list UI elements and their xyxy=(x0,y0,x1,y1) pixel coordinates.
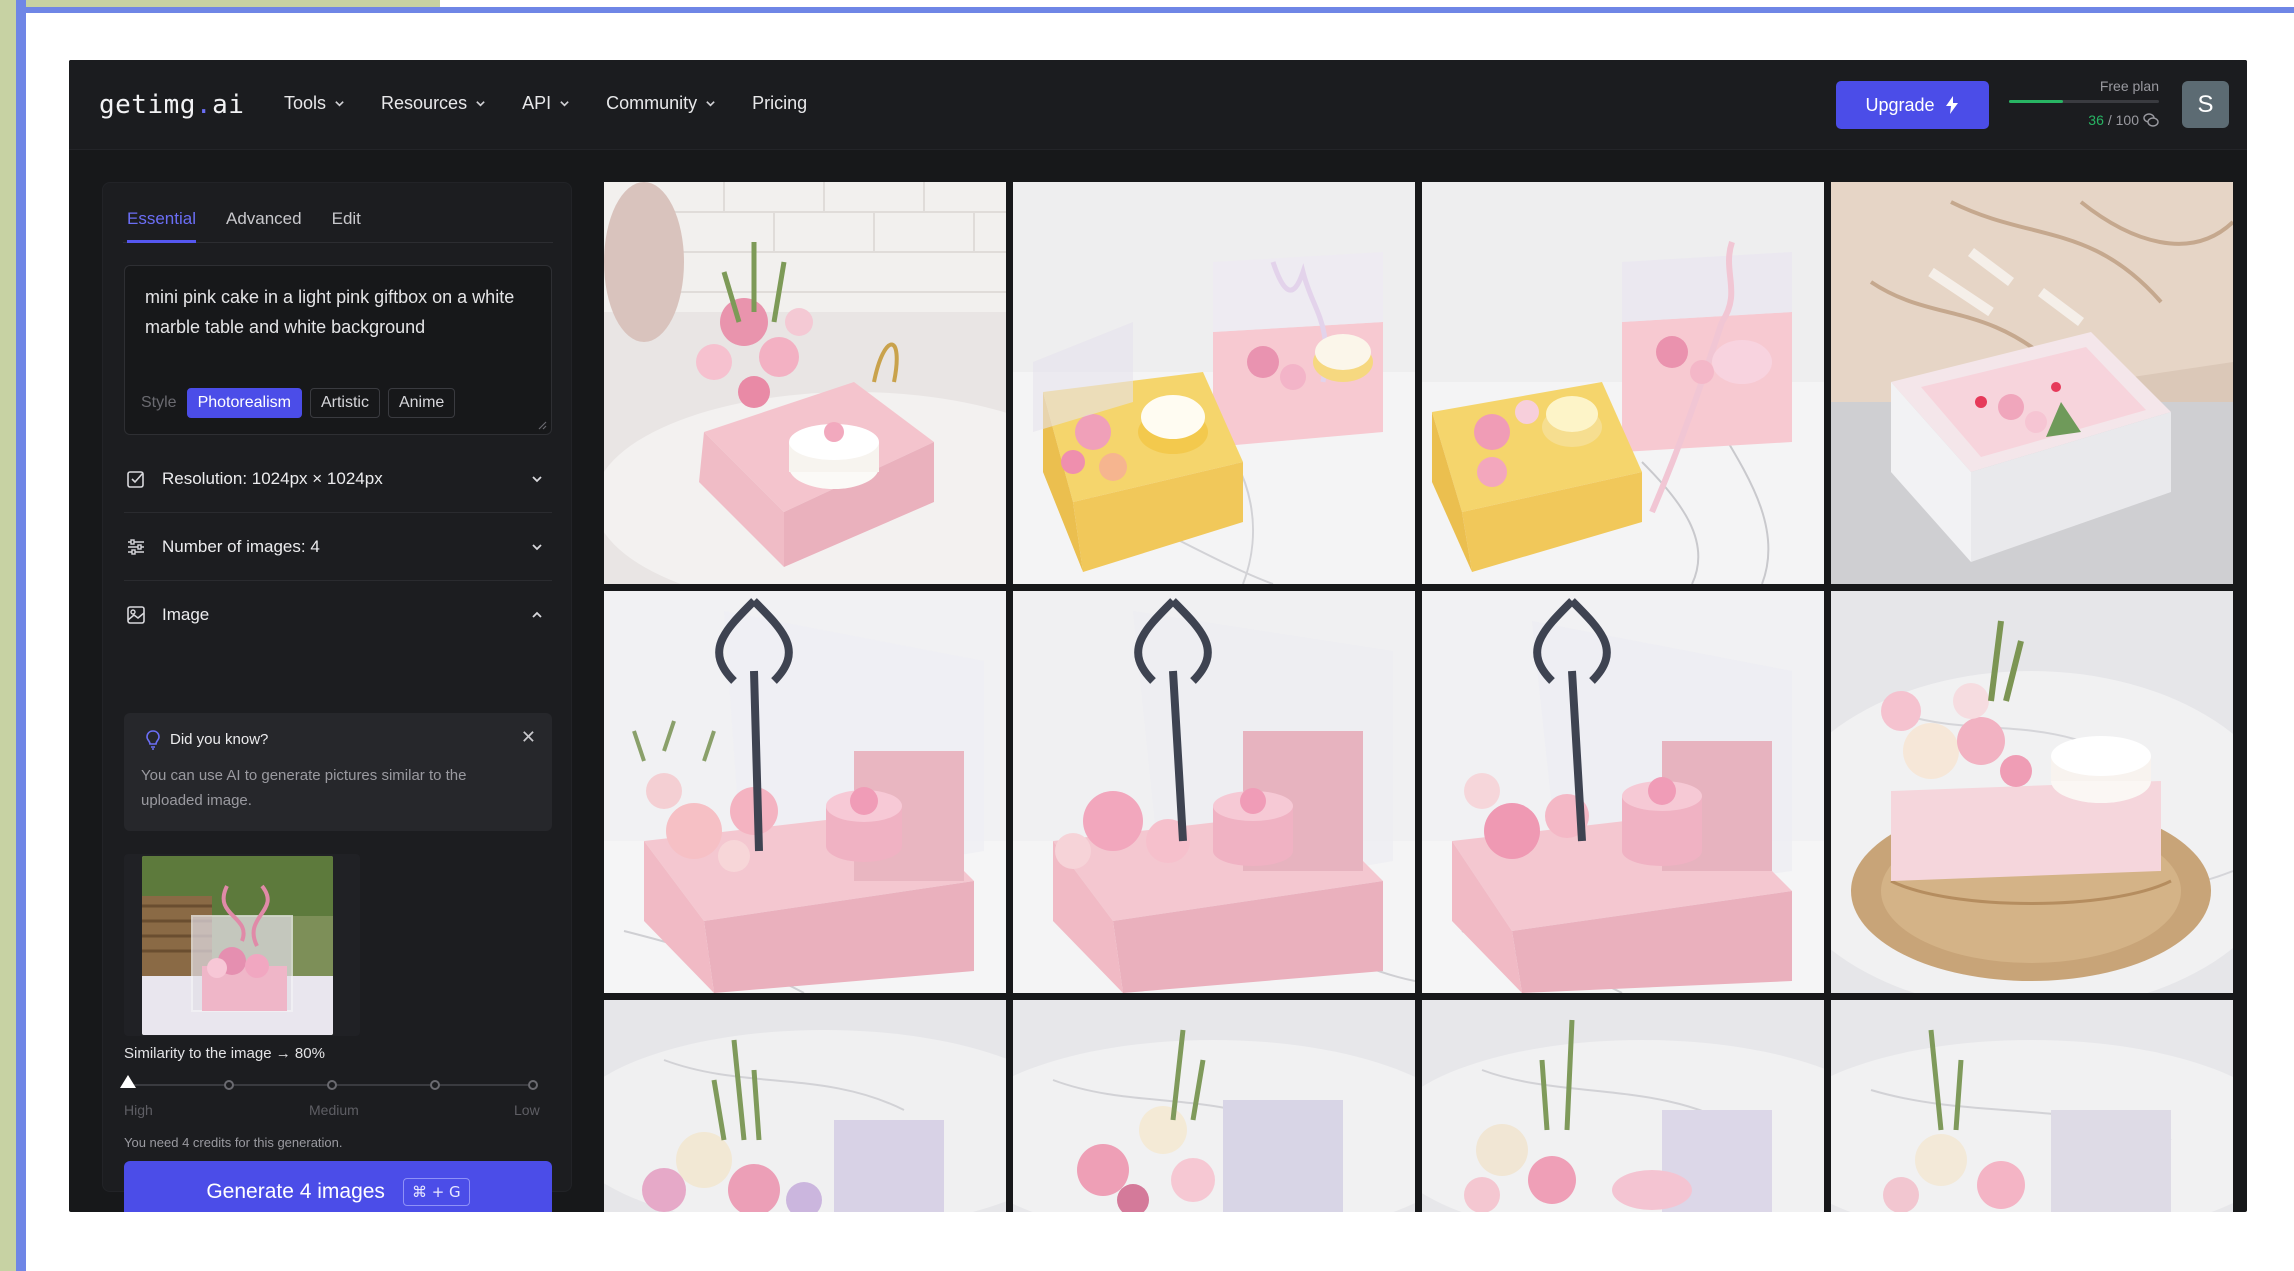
nav-api[interactable]: API xyxy=(522,93,570,114)
nav-pricing[interactable]: Pricing xyxy=(752,93,807,114)
number-of-images-setting[interactable]: Number of images: 4 xyxy=(124,513,552,581)
style-label: Style xyxy=(141,394,177,411)
image-setting[interactable]: Image xyxy=(124,581,552,649)
credits-note: You need 4 credits for this generation. xyxy=(124,1135,343,1150)
close-icon[interactable]: ✕ xyxy=(521,727,536,748)
slider-label-low: Low xyxy=(514,1102,540,1118)
upgrade-button[interactable]: Upgrade xyxy=(1836,81,1989,129)
lightning-icon xyxy=(1945,96,1958,114)
top-navbar: getimg.ai Tools Resources API Community … xyxy=(69,60,2247,150)
gallery-image-11[interactable] xyxy=(1422,1000,1824,1212)
resolution-icon xyxy=(127,470,144,488)
generate-button[interactable]: Generate 4 images ⌘ + G xyxy=(124,1161,552,1212)
style-photorealism[interactable]: Photorealism xyxy=(186,388,302,418)
plan-label: Free plan xyxy=(2099,78,2159,94)
style-anime[interactable]: Anime xyxy=(387,388,456,418)
nav-tools[interactable]: Tools xyxy=(284,93,345,114)
slider-label-medium: Medium xyxy=(309,1102,359,1118)
chevron-down-icon xyxy=(560,101,569,107)
image-gallery xyxy=(604,182,2236,1212)
tab-advanced[interactable]: Advanced xyxy=(226,203,302,243)
nav-item-label: Pricing xyxy=(752,93,808,113)
gallery-image-1[interactable] xyxy=(604,182,1006,584)
tip-body: You can use AI to generate pictures simi… xyxy=(141,767,467,809)
upgrade-label: Upgrade xyxy=(1865,94,1935,115)
nav-resources[interactable]: Resources xyxy=(381,93,486,114)
nav-item-label: Resources xyxy=(381,93,468,113)
nav-item-label: Community xyxy=(606,93,698,113)
gallery-image-6[interactable] xyxy=(1013,591,1415,993)
frame-top-bar xyxy=(16,7,2294,13)
slider-label-high: High xyxy=(124,1102,153,1118)
image-icon xyxy=(127,606,145,624)
similarity-slider[interactable]: High Medium Low xyxy=(120,1075,552,1118)
panel-tabs: Essential Advanced Edit xyxy=(123,203,553,243)
resize-handle-icon[interactable] xyxy=(537,420,547,430)
frame-left-bar xyxy=(16,0,26,1271)
uploaded-image[interactable] xyxy=(124,854,360,1036)
prompt-input[interactable]: mini pink cake in a light pink giftbox o… xyxy=(124,265,552,435)
gallery-image-2[interactable] xyxy=(1013,182,1415,584)
slider-step[interactable] xyxy=(430,1080,440,1090)
app-window: getimg.ai Tools Resources API Community … xyxy=(69,60,2247,1212)
credits-used: 36 xyxy=(2088,112,2104,128)
gallery-image-8[interactable] xyxy=(1831,591,2233,993)
tab-essential[interactable]: Essential xyxy=(127,203,196,243)
chevron-down-icon xyxy=(335,101,344,107)
chevron-down-icon xyxy=(532,543,542,550)
resolution-label: Resolution: 1024px × 1024px xyxy=(162,468,383,488)
nav-community[interactable]: Community xyxy=(606,93,716,114)
gallery-image-9[interactable] xyxy=(604,1000,1006,1212)
logo[interactable]: getimg.ai xyxy=(99,90,244,120)
lightbulb-icon xyxy=(146,730,160,750)
gallery-image-5[interactable] xyxy=(604,591,1006,993)
generate-label: Generate 4 images xyxy=(206,1180,385,1203)
tip-title: Did you know? xyxy=(170,731,269,748)
slider-step[interactable] xyxy=(327,1080,337,1090)
credits-progress-bar xyxy=(2009,100,2159,103)
prompt-text[interactable]: mini pink cake in a light pink giftbox o… xyxy=(145,282,535,342)
slider-thumb[interactable] xyxy=(120,1075,136,1088)
did-you-know-tip: Did you know? ✕ You can use AI to genera… xyxy=(124,713,552,831)
main-nav: Tools Resources API Community Pricing xyxy=(284,93,807,114)
credits-total: / 100 xyxy=(2107,112,2139,128)
chevron-down-icon xyxy=(476,101,485,107)
similarity-label: Similarity to the image → 80% xyxy=(124,1045,325,1062)
settings-panel: Essential Advanced Edit mini pink cake i… xyxy=(102,182,572,1212)
coins-icon xyxy=(2143,113,2159,127)
slider-step[interactable] xyxy=(528,1080,538,1090)
chevron-down-icon xyxy=(532,475,542,482)
gallery-image-4[interactable] xyxy=(1831,182,2233,584)
avatar-letter: S xyxy=(2197,90,2214,118)
style-selector: Style Photorealism Artistic Anime xyxy=(141,388,456,418)
chevron-down-icon xyxy=(706,101,715,107)
keyboard-shortcut: ⌘ + G xyxy=(402,1178,470,1206)
resolution-setting[interactable]: Resolution: 1024px × 1024px xyxy=(124,445,552,513)
nav-item-label: API xyxy=(522,93,552,113)
uploaded-image-thumbnail xyxy=(142,856,333,1035)
image-label: Image xyxy=(162,605,210,624)
number-of-images-label: Number of images: 4 xyxy=(162,536,320,556)
gallery-image-3[interactable] xyxy=(1422,182,1824,584)
gallery-image-10[interactable] xyxy=(1013,1000,1415,1212)
tab-edit[interactable]: Edit xyxy=(332,203,361,243)
style-artistic[interactable]: Artistic xyxy=(309,388,380,418)
credits-progress-fill xyxy=(2009,100,2063,103)
sliders-icon xyxy=(128,538,144,555)
chevron-up-icon xyxy=(532,611,542,618)
plan-usage: Free plan 36 / 100 xyxy=(2009,76,2159,136)
credits-count: 36 / 100 xyxy=(2088,112,2159,128)
gallery-image-12[interactable] xyxy=(1831,1000,2233,1212)
gallery-image-7[interactable] xyxy=(1422,591,1824,993)
nav-item-label: Tools xyxy=(284,93,327,113)
slider-step[interactable] xyxy=(224,1080,234,1090)
avatar[interactable]: S xyxy=(2182,81,2229,128)
